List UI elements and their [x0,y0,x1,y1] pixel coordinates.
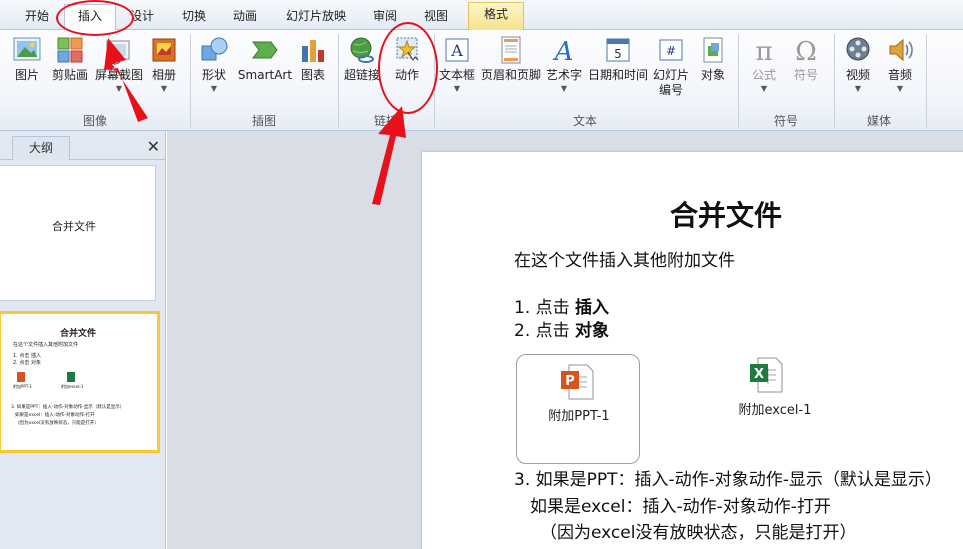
arrow-to-insert-tab-icon [104,38,148,122]
arrow-to-action-icon [372,106,406,205]
annotation-arrows [104,38,406,205]
